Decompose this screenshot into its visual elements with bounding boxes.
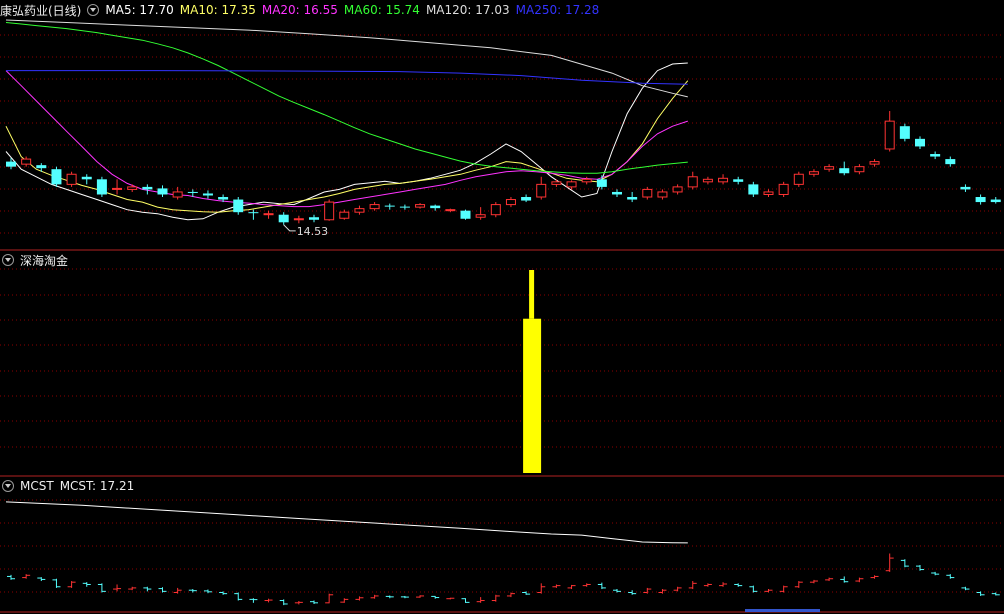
candle-body-down xyxy=(51,169,62,185)
ma-label: MA10: 17.35 xyxy=(179,3,256,17)
candle-body-up xyxy=(172,191,183,198)
candle-body-up xyxy=(415,204,426,208)
candle-body-down xyxy=(960,186,971,190)
ma-line-ma250 xyxy=(6,70,688,85)
candle-body-down xyxy=(202,193,213,196)
candle-body-up xyxy=(505,199,516,206)
stock-chart: 18.3214.53财 康弘药业(日线) MA5: 17.70 MA10: 17… xyxy=(0,0,1004,614)
main-panel-title: 康弘药业(日线) xyxy=(0,3,82,18)
candle-body-down xyxy=(6,161,16,167)
candle-body-up xyxy=(263,213,274,216)
candle-body-up xyxy=(884,120,895,150)
ma-line-ma10 xyxy=(5,80,689,213)
candle-body-up xyxy=(793,173,804,185)
candle-body-down xyxy=(399,206,410,208)
candle-body-down xyxy=(142,186,153,190)
candle-body-down xyxy=(430,205,441,209)
candle-body-up xyxy=(808,171,819,175)
candle-body-down xyxy=(309,217,319,220)
candle-body-down xyxy=(839,168,850,174)
candle-body-up xyxy=(490,204,501,216)
indicator-panel-header: 深海淘金 xyxy=(2,251,68,269)
candle-body-up xyxy=(112,187,123,190)
candle-body-up xyxy=(854,166,865,173)
candle-body-down xyxy=(81,176,92,180)
candle-body-up xyxy=(551,181,562,185)
candle-body-up xyxy=(66,173,77,185)
candle-body-up xyxy=(293,218,304,221)
candle-body-up xyxy=(581,178,592,183)
candle-body-down xyxy=(248,212,259,214)
candle-body-up xyxy=(369,204,380,210)
candle-body-up xyxy=(657,191,668,198)
candle-body-down xyxy=(748,184,759,195)
ma-label: MA120: 17.03 xyxy=(425,3,510,17)
candle-body-down xyxy=(733,179,744,182)
candle-body-up xyxy=(354,208,365,213)
ma-label: MA250: 17.28 xyxy=(515,3,600,17)
candle-body-up xyxy=(21,158,32,165)
low-price-label: 14.53 xyxy=(297,225,329,238)
candle-body-down xyxy=(945,159,956,165)
main-panel-header: 康弘药业(日线) MA5: 17.70 MA10: 17.35 MA20: 16… xyxy=(0,1,599,19)
candle-body-up xyxy=(687,176,698,188)
ma-line-ma5 xyxy=(5,62,688,221)
candle-body-up xyxy=(672,186,683,193)
dropdown-icon[interactable] xyxy=(2,254,14,266)
candle-body-down xyxy=(96,179,107,195)
signal-bar-wick xyxy=(529,270,535,319)
candle-body-down xyxy=(278,214,289,223)
candle-body-down xyxy=(521,197,532,201)
ma-line-ma60 xyxy=(5,22,688,174)
candle-body-down xyxy=(975,197,986,203)
candle-body-up xyxy=(536,183,547,198)
candle-body-up xyxy=(566,181,577,188)
ma-line-ma20 xyxy=(5,70,688,208)
mcst-value-label: MCST: 17.21 xyxy=(59,479,135,493)
candle-body-down xyxy=(990,199,1001,203)
candle-body-down xyxy=(187,191,198,193)
ma-label: MA5: 17.70 xyxy=(105,3,174,17)
candle-body-down xyxy=(930,154,941,157)
mcst-panel-name: MCST xyxy=(20,479,54,493)
candle-body-up xyxy=(869,161,880,165)
ma-label: MA20: 16.55 xyxy=(261,3,338,17)
ma-line-ma120 xyxy=(5,19,688,98)
candle-body-down xyxy=(460,210,471,219)
candle-body-up xyxy=(824,166,835,170)
chart-canvas[interactable]: 18.3214.53财 xyxy=(0,0,1004,614)
candle-body-down xyxy=(36,165,47,169)
candle-body-up xyxy=(339,211,350,219)
candle-body-up xyxy=(718,177,729,183)
candle-body-up xyxy=(475,214,486,218)
mcst-line xyxy=(5,501,688,544)
candle-body-down xyxy=(596,179,607,187)
candle-body-down xyxy=(612,191,622,195)
candle-body-down xyxy=(218,197,229,200)
candle-body-up xyxy=(763,191,774,195)
candle-body-down xyxy=(233,199,244,213)
indicator-panel-title: 深海淘金 xyxy=(20,253,69,268)
dropdown-icon[interactable] xyxy=(2,480,14,492)
candle-body-down xyxy=(915,138,925,147)
signal-bar-body xyxy=(523,318,542,473)
scroll-indicator xyxy=(745,609,820,612)
candle-body-down xyxy=(157,188,168,195)
candle-body-up xyxy=(445,209,456,212)
candle-body-up xyxy=(642,188,653,198)
ma-label: MA60: 15.74 xyxy=(343,3,420,17)
mcst-panel-header: MCST MCST: 17.21 xyxy=(2,477,134,495)
candle-body-up xyxy=(778,183,789,195)
low-marker-line xyxy=(283,224,296,232)
dropdown-icon[interactable] xyxy=(87,4,100,16)
candle-body-down xyxy=(384,205,395,207)
candle-body-up xyxy=(324,201,335,221)
candle-body-up xyxy=(702,178,713,183)
candle-body-up xyxy=(127,186,138,190)
candle-body-down xyxy=(899,126,910,139)
candle-body-down xyxy=(627,197,638,200)
